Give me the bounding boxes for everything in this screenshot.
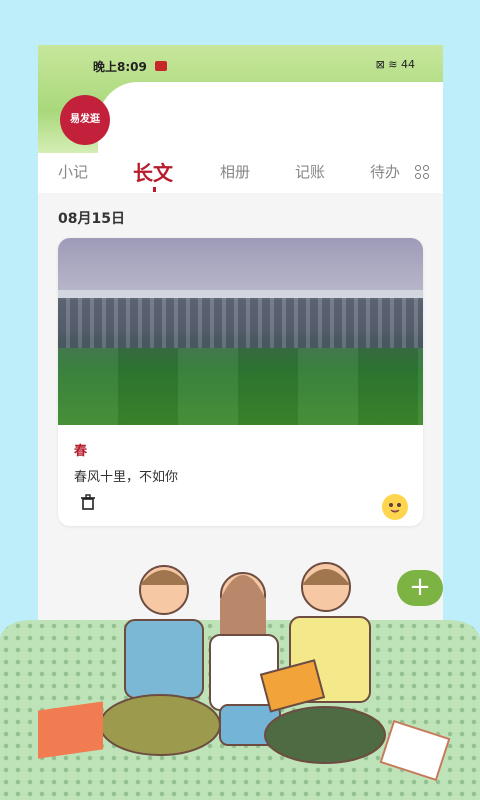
- stadium-photo: [58, 238, 423, 425]
- status-time: 晚上8:09: [93, 60, 147, 74]
- mood-emoji-icon[interactable]: [382, 494, 408, 520]
- notification-icon: [155, 61, 167, 71]
- tab-notes[interactable]: 小记: [58, 161, 88, 182]
- add-entry-button[interactable]: +: [397, 570, 443, 606]
- tab-album[interactable]: 相册: [220, 161, 250, 182]
- tab-accounting[interactable]: 记账: [295, 161, 325, 182]
- article-title: 春: [74, 444, 88, 459]
- tab-bar: 小记 长文 相册 记账 待办: [38, 153, 443, 193]
- entry-date: 08月15日: [58, 211, 125, 227]
- trash-icon[interactable]: [80, 494, 96, 510]
- app-logo[interactable]: 易发逛: [60, 95, 110, 145]
- article-card[interactable]: 春 春风十里，不如你: [58, 238, 423, 526]
- pitch-stripes: [58, 348, 423, 425]
- people-illustration: [99, 562, 386, 764]
- tab-todo[interactable]: 待办: [370, 161, 400, 182]
- grid-menu-icon[interactable]: [415, 165, 431, 181]
- active-tab-indicator: [153, 187, 156, 192]
- status-bar: 晚上8:09 ⊠ ≋ 44: [38, 55, 443, 77]
- article-body: 春风十里，不如你: [74, 470, 179, 485]
- status-icons: ⊠ ≋ 44: [375, 58, 415, 71]
- tab-long-article[interactable]: 长文: [133, 157, 173, 186]
- stadium-stands: [58, 298, 423, 348]
- box-illustration: [38, 701, 103, 759]
